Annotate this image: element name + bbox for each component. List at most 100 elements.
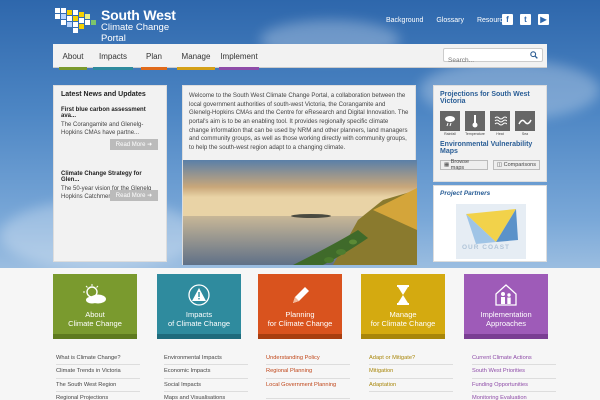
nav-impacts-label: Impacts (98, 51, 127, 61)
sublink[interactable]: South West Priorities (472, 365, 556, 379)
sublink[interactable]: Regional Projections (56, 392, 140, 400)
heat-waves-icon[interactable] (490, 111, 510, 131)
site-title-line3: Portal (101, 32, 126, 44)
social-links: f t ▶ (502, 14, 549, 25)
thermometer-icon[interactable] (465, 111, 485, 131)
browse-maps-button[interactable]: ▦ Browse maps (440, 159, 488, 171)
card-strip (53, 334, 137, 339)
sublink[interactable]: Regional Planning (266, 365, 350, 379)
warning-icon (188, 284, 210, 306)
manage-links: Adapt or Mitigate? Mitigation Adaptation (369, 352, 453, 392)
welcome-panel: Welcome to the South West Climate Change… (182, 85, 417, 265)
nav-implement[interactable]: Implement (219, 44, 259, 70)
comparisons-label: Comparisons (503, 162, 536, 168)
news-item-title[interactable]: Climate Change Strategy for Glen... (61, 171, 159, 183)
projections-panel: Projections for South West Victoria Rain… (433, 85, 547, 182)
impacts-links: Environmental Impacts Economic Impacts S… (164, 352, 248, 400)
hourglass-icon (397, 285, 409, 305)
tile-label: Rainfall (444, 132, 456, 136)
arrow-right-icon: ➜ (147, 142, 153, 148)
site-title-line1: South West (101, 7, 176, 23)
sublink[interactable]: Environmental Impacts (164, 352, 248, 366)
planning-links: Understanding Policy Regional Planning L… (266, 352, 350, 399)
card-planning-for-climate-change[interactable]: Planning for Climate Change (258, 274, 342, 339)
news-item-title[interactable]: First blue carbon assessment ava... (61, 107, 159, 119)
news-panel: Latest News and Updates First blue carbo… (53, 85, 167, 262)
sublink[interactable]: Current Climate Actions (472, 352, 556, 366)
people-house-icon (495, 284, 517, 306)
card-manage-for-climate-change[interactable]: Manage for Climate Change (361, 274, 445, 339)
read-more-label: Read More (115, 141, 146, 148)
map-icon: ▦ (444, 162, 451, 168)
tile-label: Temperature (465, 132, 485, 136)
site-title[interactable]: South West Climate Change Portal (101, 8, 176, 43)
sublink[interactable]: Local Government Planning (266, 379, 350, 399)
card-title-line2: Climate Change (68, 319, 122, 328)
card-title-line2: for Climate Change (370, 319, 436, 328)
sublink[interactable]: Understanding Policy (266, 352, 350, 366)
sun-cloud-icon (83, 284, 106, 304)
facebook-icon[interactable]: f (502, 14, 513, 25)
link-background[interactable]: Background (386, 17, 423, 24)
card-strip (157, 334, 241, 339)
search-icon[interactable] (530, 51, 538, 59)
sublink[interactable]: Adapt or Mitigate? (369, 352, 453, 366)
card-about-climate-change[interactable]: About Climate Change (53, 274, 137, 339)
search-input[interactable] (444, 54, 524, 67)
news-item-summary: The Corangamite and Glenelg-Hopkins CMAs… (61, 122, 144, 137)
browse-maps-label: Browse maps (450, 159, 470, 171)
card-strip (361, 334, 445, 339)
sublink[interactable]: Mitigation (369, 365, 453, 379)
twitter-icon[interactable]: t (520, 14, 531, 25)
rain-cloud-icon[interactable] (440, 111, 460, 131)
pencil-icon (293, 287, 309, 303)
nav-about-bar (59, 67, 87, 70)
nav-plan[interactable]: Plan (141, 44, 167, 70)
card-title-line1: About (85, 310, 105, 319)
sublink[interactable]: Monitoring Evaluation (472, 392, 556, 400)
nav-about-label: About (62, 51, 84, 61)
partner-logo[interactable]: OUR COAST (456, 204, 526, 259)
sublink[interactable]: Maps and Visualisations (164, 392, 248, 400)
card-title-line1: Impacts (185, 310, 213, 319)
card-title-line1: Planning (285, 310, 315, 319)
youtube-icon[interactable]: ▶ (538, 14, 549, 25)
projections-title: Projections for South West Victoria (440, 91, 530, 105)
sublink[interactable]: Climate Trends in Victoria (56, 365, 140, 379)
partners-title: Project Partners (440, 190, 491, 197)
sublink[interactable]: Funding Opportunities (472, 379, 556, 392)
sublink[interactable]: Adaptation (369, 379, 453, 392)
sublink[interactable]: Social Impacts (164, 379, 248, 392)
card-strip (464, 334, 548, 339)
sea-wave-icon[interactable] (515, 111, 535, 131)
card-title-line2: Approaches (485, 319, 527, 328)
nav-implement-label: Implement (220, 51, 258, 61)
link-glossary[interactable]: Glossary (436, 17, 464, 24)
sublink[interactable]: Economic Impacts (164, 365, 248, 379)
comparisons-button[interactable]: ◫ Comparisons (492, 160, 540, 170)
site-title-line2: Climate Change (101, 22, 170, 33)
site-logo-icon[interactable] (53, 6, 97, 36)
nav-implement-bar (219, 67, 259, 70)
implementation-links: Current Climate Actions South West Prior… (472, 352, 556, 400)
read-more-button[interactable]: Read More ➜ (110, 190, 158, 201)
partner-logo-text: OUR COAST (462, 244, 510, 251)
vulnerability-title: Environmental Vulnerability Maps (440, 141, 533, 155)
nav-impacts-bar (93, 67, 133, 70)
read-more-button[interactable]: Read More ➜ (110, 139, 158, 150)
nav-manage[interactable]: Manage (177, 44, 215, 70)
card-impacts-of-climate-change[interactable]: Impacts of Climate Change (157, 274, 241, 339)
nav-manage-bar (177, 67, 215, 70)
tile-label: Sea (521, 132, 529, 136)
about-links: What is Climate Change? Climate Trends i… (56, 352, 140, 400)
welcome-text: Welcome to the South West Climate Change… (189, 92, 409, 151)
nav-impacts[interactable]: Impacts (93, 44, 133, 70)
section-cards: About Climate Change What is Climate Chan… (0, 268, 600, 400)
card-implementation-approaches[interactable]: Implementation Approaches (464, 274, 548, 339)
sublink[interactable]: The South West Region (56, 379, 140, 392)
nav-about[interactable]: About (59, 44, 87, 70)
news-title: Latest News and Updates (61, 91, 146, 98)
sublink[interactable]: What is Climate Change? (56, 352, 140, 366)
card-title-line2: for Climate Change (267, 319, 333, 328)
card-title-line2: of Climate Change (167, 319, 231, 328)
